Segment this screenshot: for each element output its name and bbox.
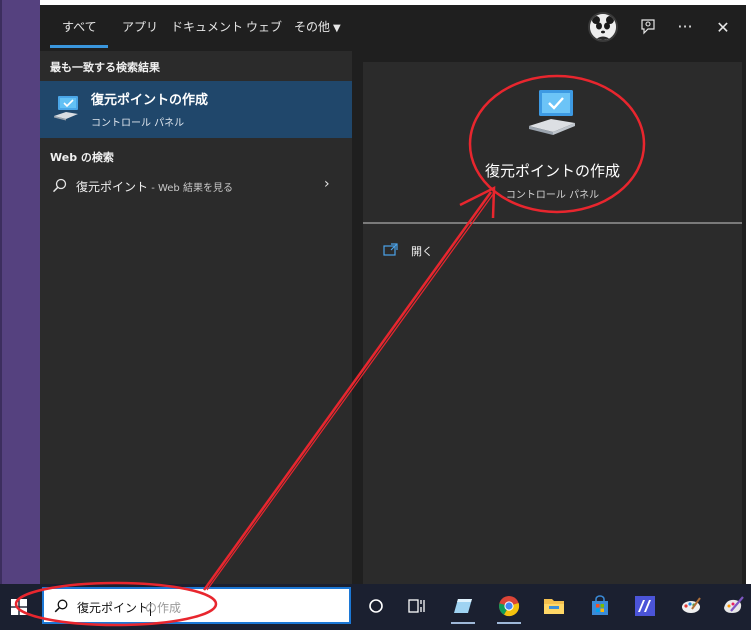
close-icon[interactable]: ✕ [710, 14, 736, 40]
results-list: 最も一致する検索結果 復元ポイントの作成 コントロール パネル Web の検索 … [40, 51, 352, 584]
tab-documents[interactable]: ドキュメント [171, 18, 243, 35]
system-restore-large-icon [529, 90, 575, 135]
windows-logo-icon [11, 599, 27, 615]
start-button[interactable] [4, 590, 34, 624]
store-icon[interactable] [586, 591, 614, 621]
chrome-icon[interactable] [495, 591, 523, 624]
app-glyph [635, 596, 655, 616]
open-label: 開く [411, 245, 433, 258]
search-panel: すべて アプリ ドキュメント ウェブ その他 ▼ ··· ✕ 最も一致する検索結… [40, 5, 746, 584]
paint-icon[interactable] [677, 591, 705, 621]
panda-avatar-icon [590, 14, 616, 40]
detail-title: 復元ポイントの作成 [484, 162, 620, 180]
search-icon [52, 178, 67, 193]
search-typed-text: 復元ポイント [77, 599, 152, 616]
store-glyph [592, 595, 608, 615]
web-query: 復元ポイント [76, 180, 149, 194]
file-explorer-icon[interactable] [540, 591, 568, 621]
tab-all[interactable]: すべて [62, 18, 97, 35]
chrome-glyph [499, 596, 520, 617]
task-view-icon[interactable] [403, 591, 431, 621]
best-match-result[interactable]: 復元ポイントの作成 コントロール パネル [40, 81, 352, 138]
tab-more[interactable]: その他 ▼ [294, 18, 341, 35]
search-value: 復元ポイント [77, 601, 150, 615]
search-autocomplete: の作成 [145, 601, 182, 615]
file-explorer-glyph [544, 599, 564, 614]
detail-pane: 復元ポイントの作成 コントロール パネル 開く [363, 62, 742, 584]
more-icon[interactable]: ··· [672, 13, 698, 39]
running-indicator [497, 622, 521, 624]
best-match-title: 復元ポイントの作成 [91, 93, 209, 108]
desktop-background [0, 0, 40, 584]
search-icon [54, 599, 68, 613]
active-tab-indicator [50, 45, 108, 48]
web-suffix: - Web 結果を見る [148, 183, 233, 194]
feedback-glyph [641, 19, 655, 35]
detail-subtitle: コントロール パネル [505, 190, 600, 201]
taskbar: 復元ポイント の作成 [0, 584, 751, 630]
paint-glyph [682, 597, 701, 613]
best-match-subtitle: コントロール パネル [91, 118, 185, 129]
running-indicator [451, 622, 475, 624]
detail-divider [363, 222, 742, 224]
tab-web[interactable]: ウェブ [246, 18, 282, 35]
best-match-heading: 最も一致する検索結果 [50, 61, 160, 74]
taskbar-search-input[interactable]: 復元ポイント の作成 [42, 587, 351, 624]
search-tabs-bar: すべて アプリ ドキュメント ウェブ その他 ▼ ··· ✕ [40, 5, 746, 51]
cortana-glyph [369, 599, 383, 613]
paint3d-icon[interactable] [719, 591, 747, 621]
web-search-heading: Web の検索 [50, 151, 114, 164]
web-search-result[interactable]: 復元ポイント - Web 結果を見る › [40, 173, 352, 199]
open-icon [383, 243, 398, 256]
cortana-icon[interactable] [362, 591, 390, 621]
avatar[interactable] [588, 12, 618, 42]
feedback-icon[interactable] [635, 14, 661, 40]
chevron-right-icon[interactable]: › [324, 176, 330, 192]
task-view-glyph [408, 599, 425, 613]
web-search-text: 復元ポイント - Web 結果を見る [76, 178, 233, 195]
paint3d-glyph [724, 596, 744, 613]
caret-down-icon: ▼ [333, 23, 341, 34]
files-app-glyph [454, 599, 472, 613]
files-app-icon[interactable] [449, 591, 477, 624]
app-icon[interactable] [631, 591, 659, 621]
tab-more-label: その他 [294, 20, 331, 34]
tab-apps[interactable]: アプリ [122, 18, 158, 35]
system-restore-icon [54, 96, 78, 121]
